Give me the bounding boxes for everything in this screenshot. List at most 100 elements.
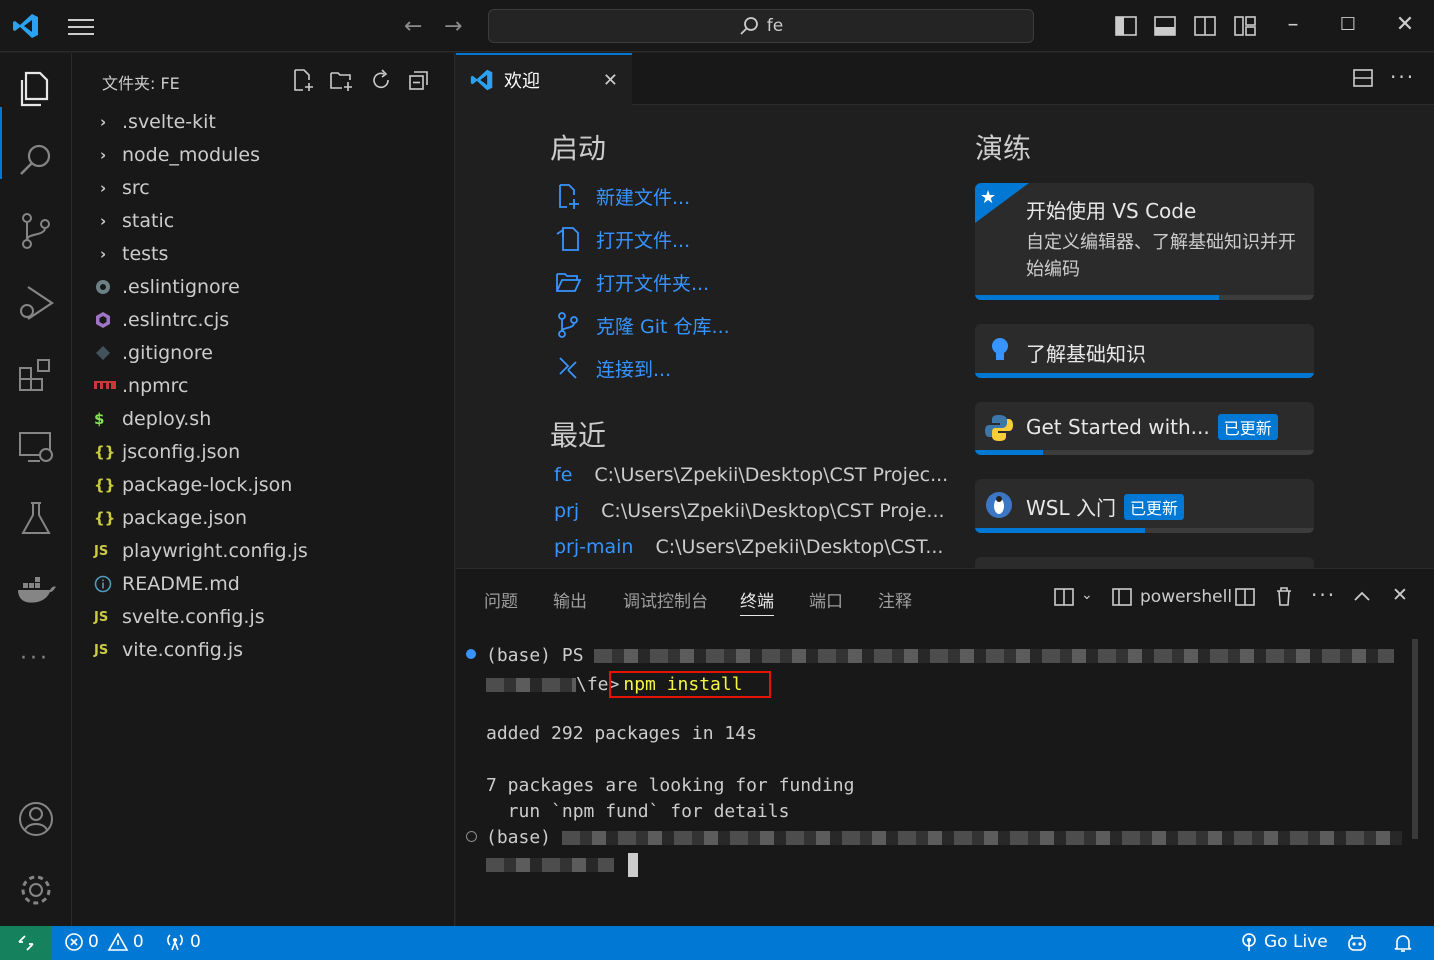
tree-item-label: static: [122, 210, 175, 232]
tree-folder[interactable]: › node_modules: [94, 140, 444, 170]
minimize-button[interactable]: –: [1278, 12, 1308, 37]
start-item-label: 新建文件...: [596, 186, 691, 209]
tree-file[interactable]: .eslintrc.cjs: [94, 305, 444, 335]
toggle-primary-sidebar-icon[interactable]: [1114, 14, 1138, 38]
remote-indicator[interactable]: [0, 926, 52, 960]
broadcast-icon: [167, 934, 183, 951]
tree-folder[interactable]: › .svelte-kit: [94, 107, 444, 137]
close-panel-icon[interactable]: ✕: [1392, 584, 1408, 606]
explorer-icon[interactable]: [14, 67, 58, 111]
account-icon[interactable]: [14, 797, 58, 841]
customize-layout-icon[interactable]: [1233, 14, 1257, 38]
updated-badge: 已更新: [1123, 493, 1184, 520]
walkthrough-card[interactable]: ★ 开始使用 VS Code 自定义编辑器、了解基础知识并开始编码: [975, 183, 1314, 300]
card-title-row: Get Started with... 已更新: [1026, 414, 1278, 440]
toggle-panel-icon[interactable]: [1153, 14, 1177, 38]
antenna-icon: [1242, 933, 1256, 951]
tab-welcome[interactable]: 欢迎 ✕: [456, 53, 632, 105]
tab-debug-console[interactable]: 调试控制台: [623, 587, 708, 612]
error-icon: [65, 933, 83, 951]
terminal-cursor[interactable]: [628, 853, 638, 877]
source-control-icon[interactable]: [14, 209, 58, 253]
collapse-all-icon[interactable]: [406, 67, 432, 93]
more-actions-icon[interactable]: ···: [1390, 65, 1415, 89]
extensions-icon[interactable]: [14, 352, 58, 396]
tree-file[interactable]: JS playwright.config.js: [94, 536, 444, 566]
new-folder-icon[interactable]: [328, 67, 354, 93]
git-branch-icon: [558, 312, 578, 338]
tab-terminal[interactable]: 终端: [740, 587, 774, 616]
terminal-scrollbar[interactable]: [1412, 639, 1418, 839]
search-activity-icon[interactable]: [14, 138, 58, 182]
new-file-icon[interactable]: [290, 67, 316, 93]
tab-ports[interactable]: 端口: [809, 587, 843, 612]
maximize-panel-icon[interactable]: [1351, 586, 1373, 608]
recent-item[interactable]: prj-main C:\Users\Zpekii\Desktop\CST...: [554, 536, 943, 558]
new-terminal-split-icon[interactable]: [1053, 586, 1075, 608]
chevron-down-icon[interactable]: ⌄: [1081, 587, 1093, 603]
open-folder-link[interactable]: 打开文件夹...: [554, 267, 709, 297]
tree-folder[interactable]: › tests: [94, 239, 444, 269]
walkthrough-card[interactable]: 了解基础知识: [975, 324, 1314, 378]
new-file-link[interactable]: 新建文件...: [554, 181, 690, 211]
remote-explorer-icon[interactable]: [14, 425, 58, 469]
tree-file[interactable]: JS svelte.config.js: [94, 602, 444, 632]
walkthrough-card[interactable]: Get Started with... 已更新: [975, 402, 1314, 455]
notifications-bell-icon[interactable]: [1393, 933, 1413, 953]
open-file-link[interactable]: 打开文件...: [554, 224, 690, 254]
testing-icon[interactable]: [14, 497, 58, 541]
back-arrow-icon[interactable]: ←: [404, 14, 422, 39]
more-actions-icon[interactable]: ···: [1311, 583, 1336, 607]
tree-file[interactable]: .eslintignore: [94, 272, 444, 302]
tree-file[interactable]: README.md: [94, 569, 444, 599]
title-bar: ← → fe – ☐ ✕: [0, 0, 1434, 52]
tree-item-label: svelte.config.js: [122, 606, 265, 628]
tree-file[interactable]: .npmrc: [94, 371, 444, 401]
tree-file[interactable]: {} package.json: [94, 503, 444, 533]
run-debug-icon[interactable]: [14, 281, 58, 325]
tree-file[interactable]: .gitignore: [94, 338, 444, 368]
go-live-button[interactable]: Go Live: [1240, 932, 1328, 952]
walkthrough-card-partial[interactable]: [975, 557, 1314, 568]
walkthroughs-heading: 演练: [975, 132, 1032, 165]
trash-icon[interactable]: [1273, 585, 1295, 607]
recent-item[interactable]: prj C:\Users\Zpekii\Desktop\CST Proje...: [554, 500, 945, 522]
connect-to-link[interactable]: 连接到...: [554, 353, 671, 383]
settings-gear-icon[interactable]: [14, 868, 58, 912]
recent-name[interactable]: fe: [554, 464, 572, 486]
tree-file[interactable]: JS vite.config.js: [94, 635, 444, 665]
forward-arrow-icon[interactable]: →: [444, 14, 462, 39]
toggle-secondary-sidebar-icon[interactable]: [1193, 14, 1217, 38]
refresh-icon[interactable]: [368, 67, 394, 93]
tree-item-label: .eslintrc.cjs: [122, 309, 230, 331]
recent-name[interactable]: prj: [554, 500, 579, 522]
split-editor-icon[interactable]: [1352, 67, 1374, 89]
docker-icon[interactable]: [14, 568, 58, 612]
tab-problems[interactable]: 问题: [484, 587, 518, 612]
tree-file[interactable]: {} package-lock.json: [94, 470, 444, 500]
tree-folder[interactable]: › static: [94, 206, 444, 236]
close-window-button[interactable]: ✕: [1390, 12, 1420, 37]
redacted-text: [486, 858, 614, 872]
tree-folder[interactable]: › src: [94, 173, 444, 203]
tree-item-label: .gitignore: [122, 342, 213, 364]
tree-file[interactable]: {} jsconfig.json: [94, 437, 444, 467]
problems-indicator[interactable]: 0 0: [64, 932, 144, 952]
more-icon[interactable]: ···: [20, 646, 50, 671]
recent-name[interactable]: prj-main: [554, 536, 633, 558]
shell-name[interactable]: powershell: [1140, 587, 1232, 607]
ports-indicator[interactable]: 0: [164, 932, 201, 952]
recent-item[interactable]: fe C:\Users\Zpekii\Desktop\CST Projec...: [554, 464, 948, 486]
walkthrough-card[interactable]: WSL 入门 已更新: [975, 479, 1314, 533]
split-terminal-icon[interactable]: [1234, 586, 1256, 608]
dollar-icon: $: [94, 410, 105, 428]
close-tab-icon[interactable]: ✕: [603, 70, 618, 91]
copilot-icon[interactable]: [1346, 933, 1368, 953]
tree-file[interactable]: $ deploy.sh: [94, 404, 444, 434]
command-center-search[interactable]: fe: [488, 9, 1034, 43]
hamburger-menu-icon[interactable]: [66, 16, 96, 38]
tab-comments[interactable]: 注释: [878, 587, 912, 612]
maximize-button[interactable]: ☐: [1333, 14, 1363, 35]
tab-output[interactable]: 输出: [553, 587, 587, 612]
clone-git-link[interactable]: 克隆 Git 仓库...: [554, 310, 730, 340]
